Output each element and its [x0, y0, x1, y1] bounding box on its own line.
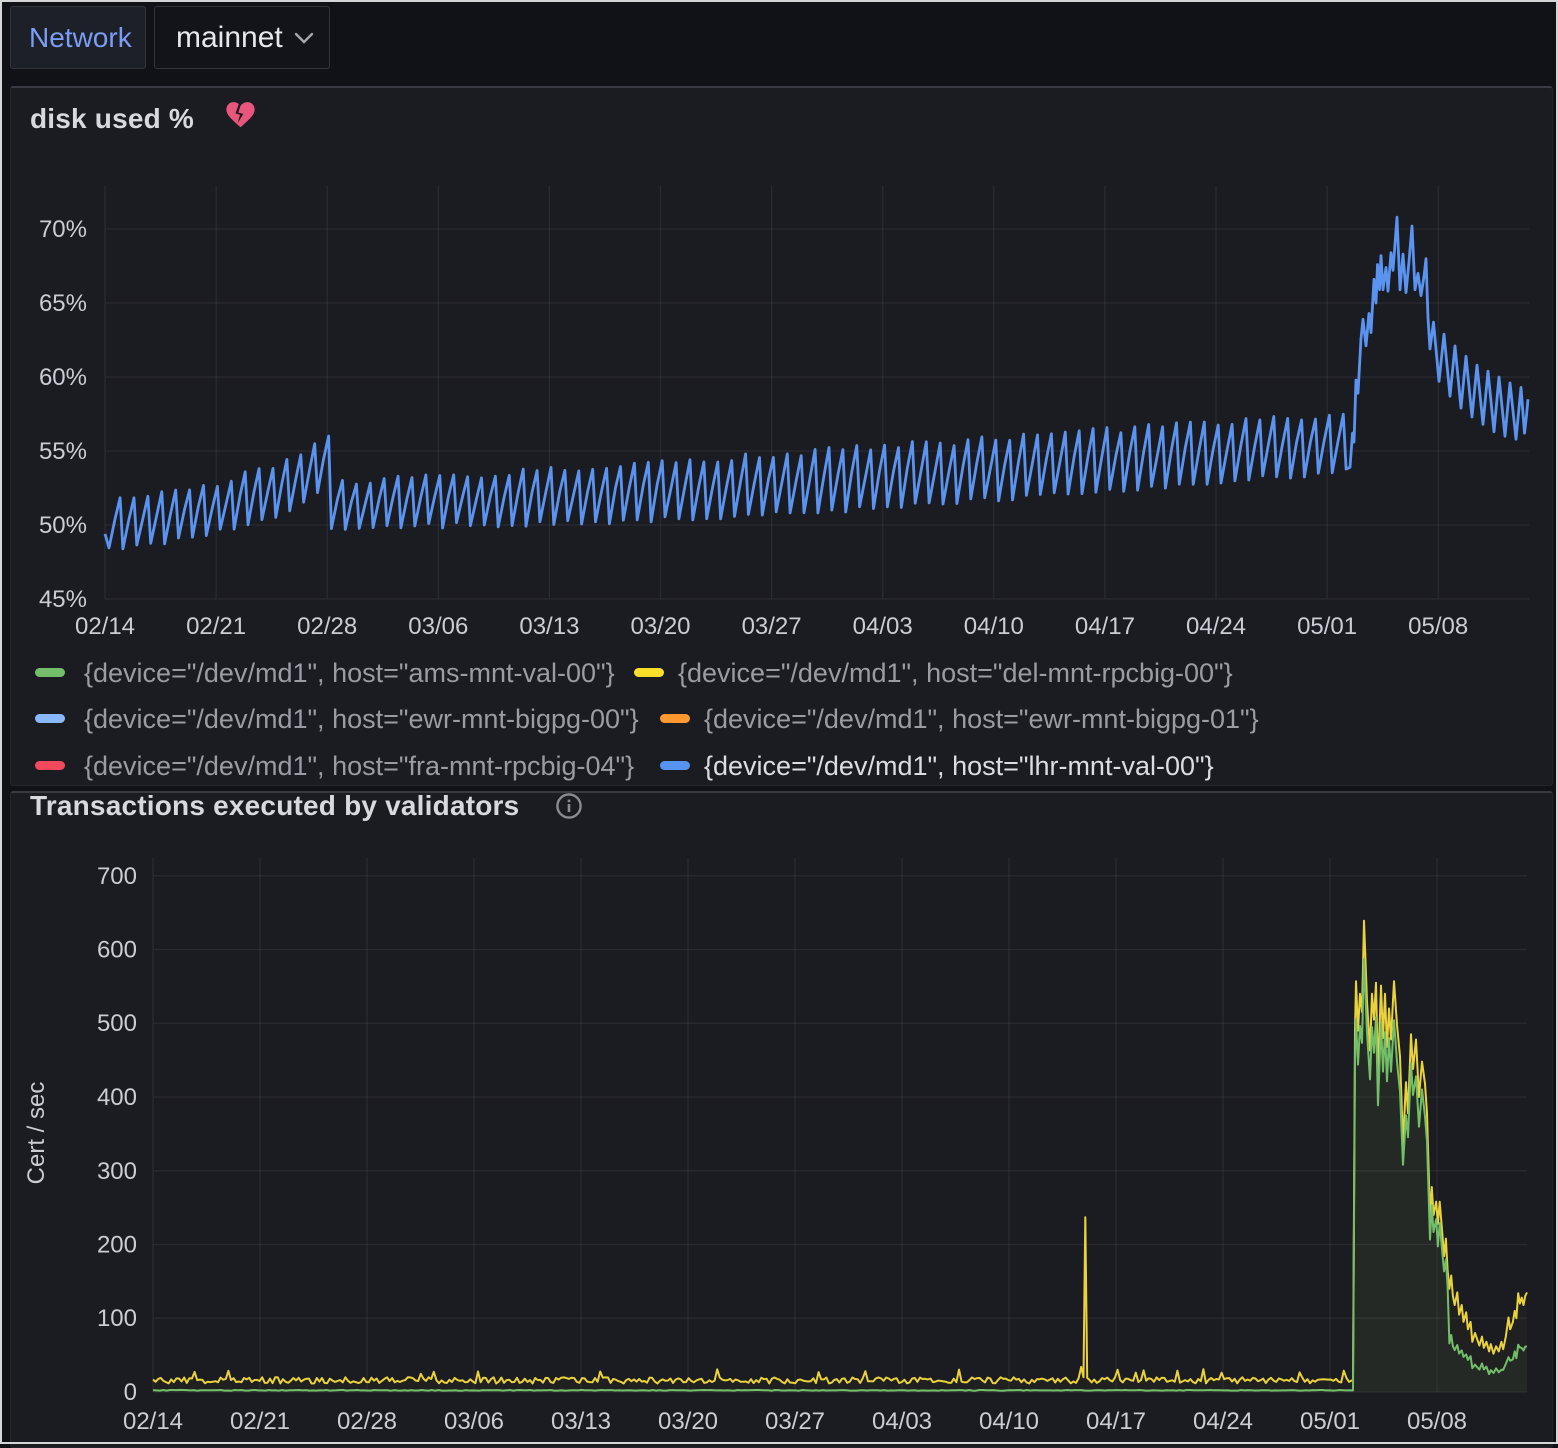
svg-text:02/14: 02/14 — [75, 613, 135, 640]
svg-text:04/24: 04/24 — [1193, 1408, 1253, 1435]
svg-text:04/17: 04/17 — [1075, 613, 1135, 640]
svg-text:55%: 55% — [39, 438, 87, 465]
svg-text:Cert / sec: Cert / sec — [23, 1082, 50, 1185]
svg-text:05/08: 05/08 — [1407, 1408, 1467, 1435]
svg-text:0: 0 — [124, 1379, 137, 1406]
svg-text:300: 300 — [97, 1158, 137, 1185]
svg-text:400: 400 — [97, 1084, 137, 1111]
svg-text:100: 100 — [97, 1305, 137, 1332]
svg-text:03/06: 03/06 — [408, 613, 468, 640]
svg-text:04/24: 04/24 — [1186, 613, 1246, 640]
svg-text:04/17: 04/17 — [1086, 1408, 1146, 1435]
svg-text:05/08: 05/08 — [1408, 613, 1468, 640]
svg-text:500: 500 — [97, 1010, 137, 1037]
svg-text:02/28: 02/28 — [297, 613, 357, 640]
svg-text:04/10: 04/10 — [964, 613, 1024, 640]
svg-text:60%: 60% — [39, 364, 87, 391]
svg-text:03/20: 03/20 — [658, 1408, 718, 1435]
svg-text:03/13: 03/13 — [551, 1408, 611, 1435]
svg-text:65%: 65% — [39, 290, 87, 317]
svg-text:50%: 50% — [39, 512, 87, 539]
svg-text:02/21: 02/21 — [230, 1408, 290, 1435]
svg-text:70%: 70% — [39, 216, 87, 243]
svg-text:45%: 45% — [39, 586, 87, 613]
svg-text:03/20: 03/20 — [630, 613, 690, 640]
svg-text:600: 600 — [97, 937, 137, 964]
svg-text:04/10: 04/10 — [979, 1408, 1039, 1435]
svg-text:200: 200 — [97, 1232, 137, 1259]
svg-text:04/03: 04/03 — [853, 613, 913, 640]
svg-text:05/01: 05/01 — [1300, 1408, 1360, 1435]
svg-text:03/27: 03/27 — [765, 1408, 825, 1435]
svg-text:02/28: 02/28 — [337, 1408, 397, 1435]
svg-text:05/01: 05/01 — [1297, 613, 1357, 640]
svg-text:03/13: 03/13 — [519, 613, 579, 640]
svg-text:04/03: 04/03 — [872, 1408, 932, 1435]
svg-text:02/14: 02/14 — [123, 1408, 183, 1435]
svg-text:03/27: 03/27 — [742, 613, 802, 640]
svg-text:02/21: 02/21 — [186, 613, 246, 640]
svg-text:03/06: 03/06 — [444, 1408, 504, 1435]
svg-text:700: 700 — [97, 863, 137, 890]
